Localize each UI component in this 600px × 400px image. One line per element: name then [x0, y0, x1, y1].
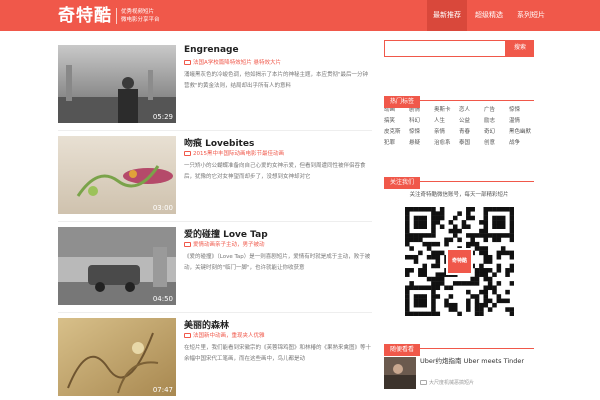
- video-duration: 05:29: [152, 113, 173, 121]
- tag-icon: [184, 241, 191, 247]
- hot-tag[interactable]: 惊悚: [409, 128, 434, 137]
- site-header: 奇特酷 优秀视频短片 微电影分享平台 最新推荐 超级精选 系列短片: [0, 0, 600, 31]
- video-tags: 2015黑中丰国际动画电影节最佳动画: [184, 149, 284, 157]
- recommend-title: 随便看看: [384, 344, 421, 356]
- video-thumbnail[interactable]: 04:50: [58, 227, 176, 305]
- recommend-title-text[interactable]: Uber约炮指南 Uber meets Tinder: [420, 357, 530, 366]
- slogan-line-1: 优秀视频短片: [121, 9, 155, 15]
- video-tags: 法国A学校篇降特效短片 悬特效大片: [184, 58, 281, 66]
- video-duration: 03:00: [152, 204, 173, 212]
- hot-tag[interactable]: 青春: [459, 128, 484, 137]
- video-item: 04:50 爱的碰撞 Love Tap 爱情动画亲子主动，男子被动 《爱的碰撞》…: [58, 222, 372, 313]
- hot-tag[interactable]: 搞笑: [384, 117, 409, 126]
- hot-tag[interactable]: 黑色幽默: [509, 128, 534, 137]
- logo-divider: [116, 8, 117, 24]
- hot-tag[interactable]: 犯罪: [384, 139, 409, 148]
- hot-tag[interactable]: 恋人: [459, 106, 484, 115]
- hot-tags-header: 热门标签: [384, 88, 534, 108]
- logo-slogan: 优秀视频短片 微电影分享平台: [121, 8, 160, 24]
- hot-tag[interactable]: 广告: [484, 106, 509, 115]
- search-input[interactable]: [384, 40, 506, 57]
- recommend-item[interactable]: Uber约炮指南 Uber meets Tinder 大尺度机械恶搞短片: [384, 357, 534, 397]
- nav-item-series[interactable]: 系列短片: [511, 0, 551, 31]
- video-description: 《爱的碰撞》（Love Tap）是一则喜剧短片，爱情有时就是成于主动，败于被动，…: [184, 254, 371, 271]
- search-box: 搜索: [384, 40, 534, 57]
- nav-item-latest[interactable]: 最新推荐: [427, 0, 467, 31]
- hot-tag[interactable]: 奇幻: [484, 128, 509, 137]
- video-description: 一只矫小的公蝴蝶准备向自己心爱的女神示爱，但看到周遭同性被伴侣吞食后，犹豫的它对…: [184, 163, 366, 180]
- hot-tag[interactable]: 惊悚: [509, 106, 534, 115]
- logo-text[interactable]: 奇特酷: [58, 6, 112, 26]
- wechat-qr-code: 奇特酷: [405, 207, 515, 317]
- nav-item-featured[interactable]: 超级精选: [469, 0, 509, 31]
- recommend-tags-text[interactable]: 大尺度机械恶搞短片: [429, 379, 474, 386]
- video-item: 07:47 美丽的森林 法国新中动画，重现夹人优雅 在短片里，我们能看到宋徽宗的…: [58, 313, 372, 400]
- video-description: 在短片里，我们能看到宋徽宗的《芙蓉锦鸡图》和林椿的《果熟来禽图》等十余幅中国宋代…: [184, 345, 372, 362]
- follow-title: 关注我们: [384, 177, 421, 189]
- video-title[interactable]: Engrenage: [184, 45, 239, 55]
- site-logo[interactable]: 奇特酷 优秀视频短片 微电影分享平台: [58, 5, 160, 27]
- hot-tag[interactable]: 创意: [484, 139, 509, 148]
- tag-icon: [184, 59, 191, 65]
- hot-tag[interactable]: 泰国: [459, 139, 484, 148]
- video-tags: 爱情动画亲子主动，男子被动: [184, 240, 265, 248]
- video-thumbnail[interactable]: 05:29: [58, 45, 176, 123]
- follow-text: 关注奇特酷微信账号，每天一部精彩短片: [409, 192, 509, 198]
- hot-tags-grid: 动画 剧情 奥斯卡 恋人 广告 惊悚 搞笑 科幻 人生 公益 励志 温情 皮克斯 惊悚 亲情 青春 奇幻 黑色幽默…: [384, 106, 534, 148]
- video-duration: 07:47: [152, 386, 173, 394]
- video-item: 05:29 Engrenage 法国A学校篇降特效短片 悬特效大片 涌蛾黑灰色的…: [58, 40, 372, 131]
- recommend-header: 随便看看: [384, 336, 534, 356]
- hot-tag[interactable]: 公益: [459, 117, 484, 126]
- video-description: 涌蛾黑灰色的冷峻色调，他如揭示了本片的神秘主题，本应贯彻"最后一分钟营救"的黄金…: [184, 72, 369, 89]
- recommend-thumbnail[interactable]: [384, 357, 416, 389]
- hot-tags-section: 热门标签 动画 剧情 奥斯卡 恋人 广告 惊悚 搞笑 科幻 人生 公益 励志 温情 皮克斯 惊悚 亲情 青春奇…: [384, 88, 534, 148]
- search-button[interactable]: 搜索: [506, 40, 534, 57]
- sidebar: 搜索 热门标签 动画 剧情 奥斯卡 恋人 广告 惊悚 搞笑 科幻 人生 公益 励志 温情 皮克斯 惊悚 亲情…: [384, 40, 534, 389]
- video-thumbnail[interactable]: 03:00: [58, 136, 176, 214]
- qr-logo: 奇特酷: [446, 248, 473, 275]
- video-tags-text[interactable]: 2015黑中丰国际动画电影节最佳动画: [193, 149, 284, 157]
- tag-icon: [184, 332, 191, 338]
- hot-tag[interactable]: 科幻: [409, 117, 434, 126]
- hot-tags-title: 热门标签: [384, 96, 421, 108]
- hot-tag[interactable]: 战争: [509, 139, 534, 148]
- hot-tag[interactable]: 皮克斯: [384, 128, 409, 137]
- hot-tag[interactable]: 励志: [484, 117, 509, 126]
- hot-tag[interactable]: 温情: [509, 117, 534, 126]
- video-tags-text[interactable]: 法国A学校篇降特效短片 悬特效大片: [193, 58, 281, 66]
- video-duration: 04:50: [152, 295, 173, 303]
- video-item: 03:00 吻痕 Lovebites 2015黑中丰国际动画电影节最佳动画 一只…: [58, 131, 372, 222]
- hot-tag[interactable]: 奥斯卡: [434, 106, 459, 115]
- tag-icon: [420, 380, 427, 385]
- video-list: 05:29 Engrenage 法国A学校篇降特效短片 悬特效大片 涌蛾黑灰色的…: [58, 40, 372, 400]
- video-tags-text[interactable]: 法国新中动画，重现夹人优雅: [193, 331, 265, 339]
- follow-header: 关注我们: [384, 169, 534, 189]
- main-nav: 最新推荐 超级精选 系列短片: [425, 0, 551, 31]
- follow-section: 关注我们 关注奇特酷微信账号，每天一部精彩短片 奇特酷: [384, 169, 534, 317]
- video-thumbnail[interactable]: 07:47: [58, 318, 176, 396]
- video-title[interactable]: 美丽的森林: [184, 318, 229, 331]
- video-tags-text[interactable]: 爱情动画亲子主动，男子被动: [193, 240, 265, 248]
- hot-tag[interactable]: 治愈系: [434, 139, 459, 148]
- video-title[interactable]: 吻痕 Lovebites: [184, 136, 254, 149]
- hot-tag[interactable]: 悬疑: [409, 139, 434, 148]
- tag-icon: [184, 150, 191, 156]
- video-tags: 法国新中动画，重现夹人优雅: [184, 331, 265, 339]
- recommend-tags: 大尺度机械恶搞短片: [420, 379, 474, 386]
- hot-tag[interactable]: 亲情: [434, 128, 459, 137]
- hot-tag[interactable]: 人生: [434, 117, 459, 126]
- slogan-line-2: 微电影分享平台: [121, 17, 160, 23]
- recommend-section: 随便看看 Uber约炮指南 Uber meets Tinder 大尺度机械恶搞短…: [384, 336, 534, 397]
- video-title[interactable]: 爱的碰撞 Love Tap: [184, 227, 268, 240]
